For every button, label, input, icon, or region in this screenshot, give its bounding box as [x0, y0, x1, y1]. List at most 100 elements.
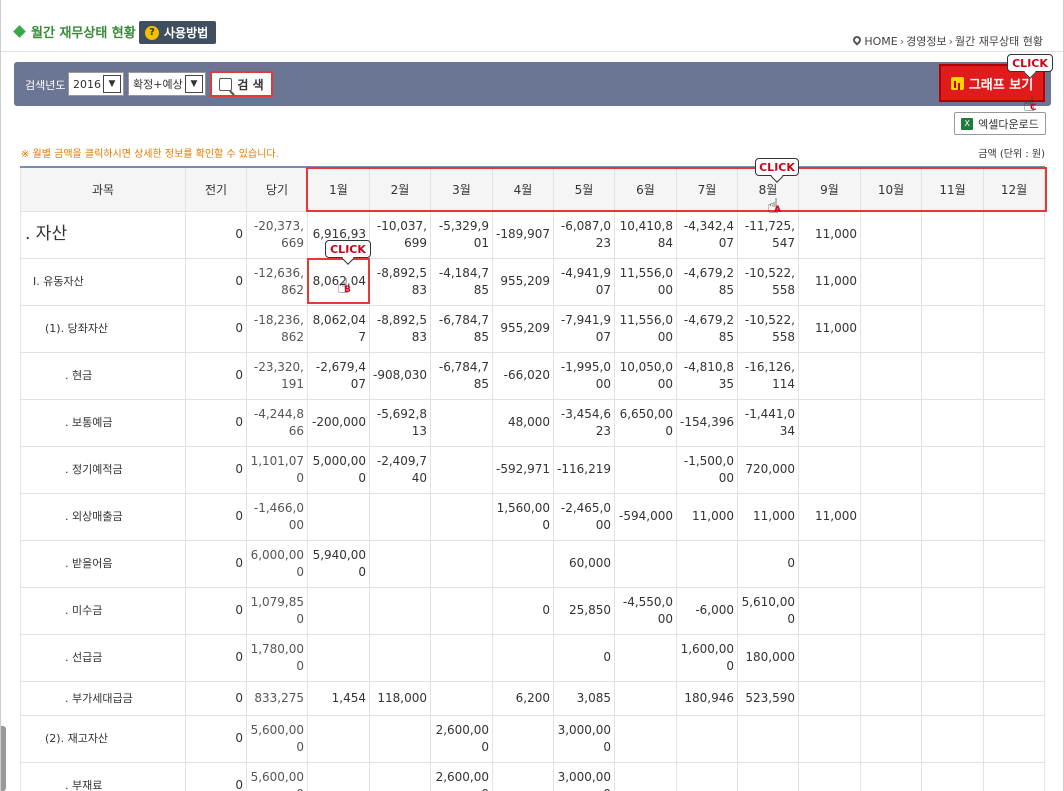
- type-select[interactable]: 확정+예상 ▼: [128, 72, 206, 96]
- month-amount-cell[interactable]: 11,000: [798, 257, 861, 306]
- month-amount-cell[interactable]: -1,441,034: [737, 398, 799, 447]
- month-amount-cell[interactable]: -2,679,407: [307, 351, 370, 400]
- excel-icon: X: [961, 117, 974, 130]
- breadcrumb-section[interactable]: 경영정보: [906, 33, 946, 49]
- prev-period-cell: 0: [185, 492, 247, 541]
- month-amount-cell[interactable]: -4,184,785: [430, 257, 493, 306]
- month-amount-cell[interactable]: 955,209: [492, 257, 554, 306]
- month-amount-cell[interactable]: -6,784,785: [430, 351, 493, 400]
- account-name-cell: Ⅰ. 유동자산: [20, 257, 186, 306]
- month-amount-cell[interactable]: -66,020: [492, 351, 554, 400]
- month-amount-cell[interactable]: 8,062,047: [307, 304, 370, 353]
- month-amount-cell[interactable]: 11,000: [798, 492, 861, 541]
- month-amount-cell[interactable]: -200,000: [307, 398, 370, 447]
- scrollbar-thumb[interactable]: [1, 726, 6, 791]
- month-amount-cell[interactable]: -594,000: [614, 492, 677, 541]
- month-amount-cell[interactable]: -4,679,285: [676, 304, 738, 353]
- month-amount-cell[interactable]: -6,087,023: [553, 210, 615, 259]
- month-amount-cell[interactable]: -7,941,907: [553, 304, 615, 353]
- month-amount-cell[interactable]: 10,050,000: [614, 351, 677, 400]
- month-amount-cell[interactable]: -8,892,583: [369, 257, 431, 306]
- month-amount-cell[interactable]: 2,600,000: [430, 761, 493, 791]
- month-amount-cell[interactable]: 25,850: [553, 586, 615, 635]
- month-amount-cell[interactable]: -6,784,785: [430, 304, 493, 353]
- month-amount-cell[interactable]: -8,892,583: [369, 304, 431, 353]
- column-header: 전기: [185, 166, 247, 212]
- month-amount-cell[interactable]: 48,000: [492, 398, 554, 447]
- month-amount-cell[interactable]: -3,454,623: [553, 398, 615, 447]
- month-amount-cell[interactable]: -5,329,901: [430, 210, 493, 259]
- month-amount-cell[interactable]: -116,219: [553, 445, 615, 494]
- month-amount-cell[interactable]: -2,465,000: [553, 492, 615, 541]
- month-amount-cell[interactable]: 11,556,000: [614, 304, 677, 353]
- month-amount-cell[interactable]: 11,000: [737, 492, 799, 541]
- month-amount-cell[interactable]: 5,610,000: [737, 586, 799, 635]
- month-amount-cell[interactable]: -10,037,699: [369, 210, 431, 259]
- month-amount-cell[interactable]: 1,560,000: [492, 492, 554, 541]
- month-amount-cell[interactable]: 11,000: [676, 492, 738, 541]
- breadcrumb-home[interactable]: HOME: [864, 35, 897, 48]
- month-amount-cell[interactable]: -154,396: [676, 398, 738, 447]
- current-period-cell: 1,101,070: [246, 445, 308, 494]
- excel-download-button[interactable]: X 엑셀다운로드: [954, 112, 1046, 135]
- month-amount-cell[interactable]: 0: [492, 586, 554, 635]
- month-amount-cell[interactable]: 1,600,000: [676, 633, 738, 682]
- month-amount-cell[interactable]: 11,000: [798, 210, 861, 259]
- month-amount-cell[interactable]: -4,550,000: [614, 586, 677, 635]
- month-amount-cell: [798, 445, 861, 494]
- month-amount-cell[interactable]: -1,995,000: [553, 351, 615, 400]
- prev-period-cell: 0: [185, 304, 247, 353]
- month-amount-cell[interactable]: -11,725,547: [737, 210, 799, 259]
- month-amount-cell[interactable]: 118,000: [369, 680, 431, 716]
- month-amount-cell: [921, 257, 984, 306]
- month-amount-cell[interactable]: 0: [737, 539, 799, 588]
- month-amount-cell[interactable]: 720,000: [737, 445, 799, 494]
- prev-period-cell: 0: [185, 210, 247, 259]
- month-amount-cell[interactable]: -10,522,558: [737, 257, 799, 306]
- month-amount-cell[interactable]: -4,810,835: [676, 351, 738, 400]
- month-amount-cell: [983, 445, 1045, 494]
- month-amount-cell[interactable]: -4,679,285: [676, 257, 738, 306]
- month-amount-cell[interactable]: 180,946: [676, 680, 738, 716]
- month-amount-cell[interactable]: 5,940,000: [307, 539, 370, 588]
- month-amount-cell[interactable]: 60,000: [553, 539, 615, 588]
- month-amount-cell[interactable]: -2,409,740: [369, 445, 431, 494]
- help-button[interactable]: ? 사용방법: [139, 21, 217, 44]
- month-amount-cell[interactable]: 5,000,000: [307, 445, 370, 494]
- month-amount-cell[interactable]: -6,000: [676, 586, 738, 635]
- month-amount-cell[interactable]: 10,410,884: [614, 210, 677, 259]
- month-amount-cell[interactable]: 11,556,000: [614, 257, 677, 306]
- search-button[interactable]: 검 색: [210, 71, 273, 97]
- month-amount-cell[interactable]: -16,126,114: [737, 351, 799, 400]
- month-amount-cell[interactable]: 3,085: [553, 680, 615, 716]
- month-amount-cell[interactable]: -10,522,558: [737, 304, 799, 353]
- month-amount-cell[interactable]: 0: [553, 633, 615, 682]
- month-amount-cell: [921, 633, 984, 682]
- year-select[interactable]: 2016 ▼: [68, 72, 124, 96]
- month-amount-cell[interactable]: -908,030: [369, 351, 431, 400]
- month-amount-cell[interactable]: 11,000: [798, 304, 861, 353]
- month-amount-cell: [369, 714, 431, 763]
- month-amount-cell[interactable]: 1,454: [307, 680, 370, 716]
- search-button-label: 검 색: [237, 77, 264, 92]
- month-amount-cell[interactable]: 3,000,000: [553, 761, 615, 791]
- month-amount-cell[interactable]: -592,971: [492, 445, 554, 494]
- month-amount-cell[interactable]: -4,342,407: [676, 210, 738, 259]
- month-amount-cell[interactable]: 6,650,000: [614, 398, 677, 447]
- month-amount-cell[interactable]: 2,600,000: [430, 714, 493, 763]
- month-amount-cell: [860, 714, 922, 763]
- month-amount-cell[interactable]: 3,000,000: [553, 714, 615, 763]
- month-amount-cell[interactable]: -4,941,907: [553, 257, 615, 306]
- month-amount-cell[interactable]: 523,590: [737, 680, 799, 716]
- month-amount-cell[interactable]: 955,209: [492, 304, 554, 353]
- month-amount-cell[interactable]: -1,500,000: [676, 445, 738, 494]
- month-amount-cell: [614, 714, 677, 763]
- month-amount-cell: [860, 680, 922, 716]
- month-amount-cell[interactable]: 180,000: [737, 633, 799, 682]
- month-amount-cell[interactable]: 6,200: [492, 680, 554, 716]
- month-amount-cell[interactable]: -5,692,813: [369, 398, 431, 447]
- month-amount-cell[interactable]: -189,907: [492, 210, 554, 259]
- table-row: . 미수금 0 1,079,850 0 25,850 -4,550,000 -6,000 5,…: [20, 586, 1045, 635]
- current-period-cell: 6,000,000: [246, 539, 308, 588]
- month-amount-cell: [921, 445, 984, 494]
